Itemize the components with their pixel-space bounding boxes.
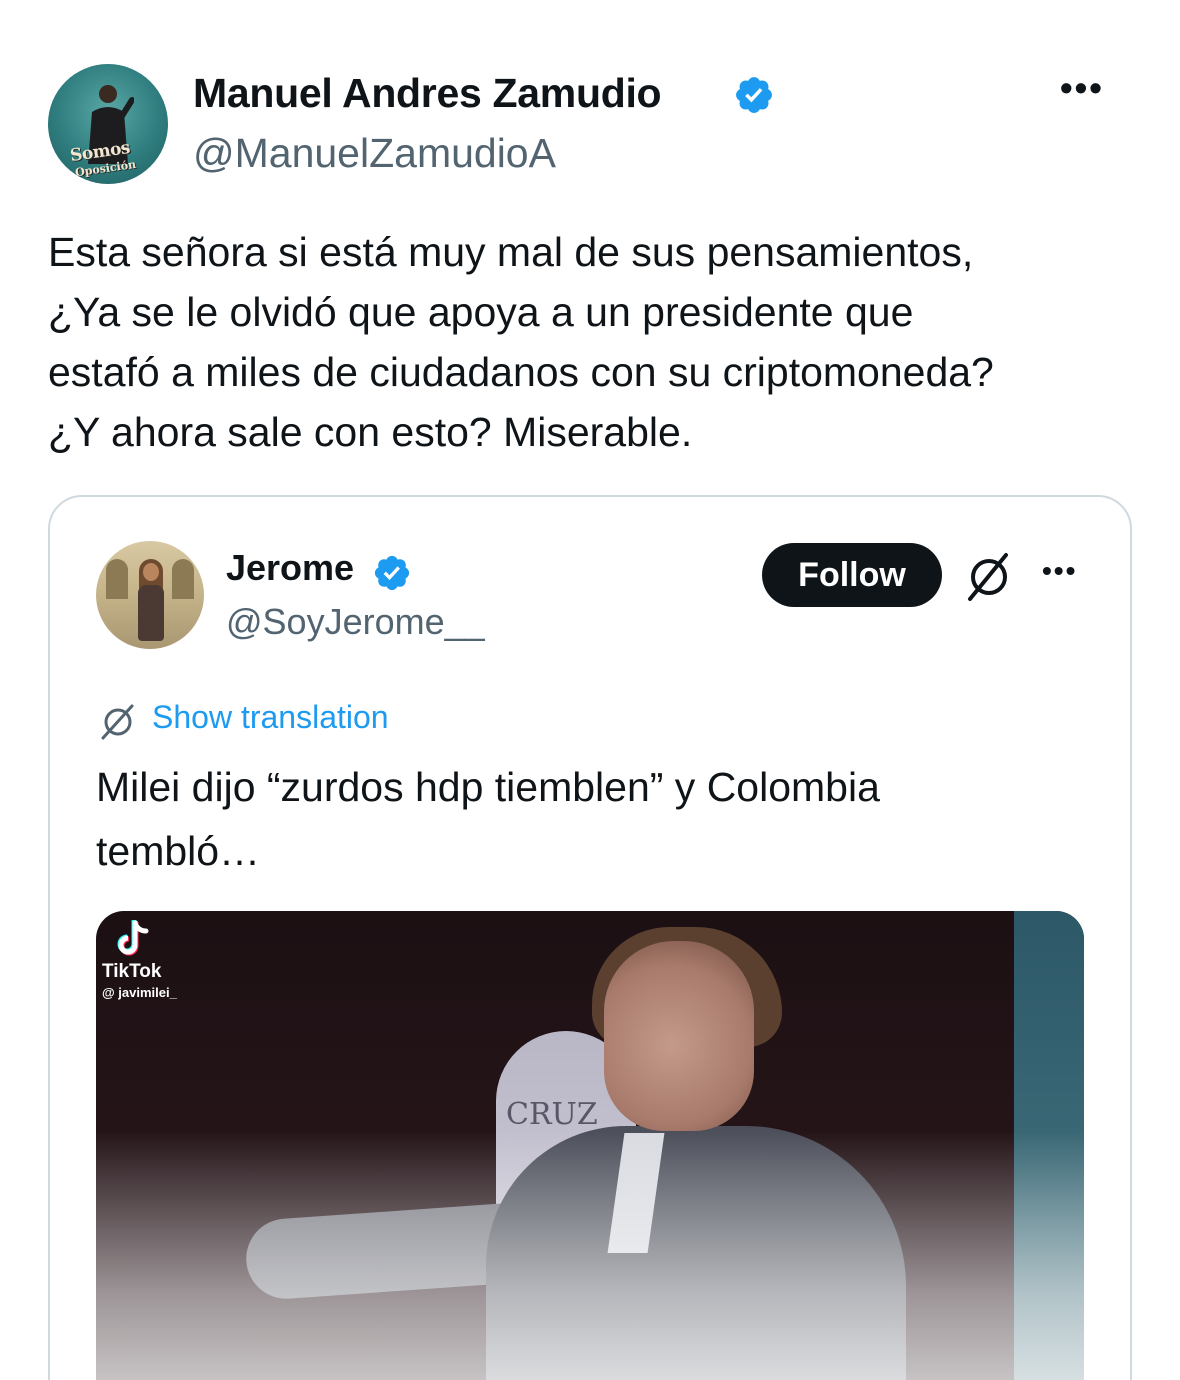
verified-badge-icon <box>736 77 772 113</box>
tiktok-logo-icon <box>117 920 149 956</box>
more-options-icon[interactable]: ••• <box>1060 70 1104 106</box>
avatar-background-arch <box>106 559 128 599</box>
speaker-face <box>604 941 754 1131</box>
translate-icon[interactable] <box>98 701 138 741</box>
quoted-tweet-card[interactable]: Jerome @SoyJerome__ Follow ••• Show tran… <box>48 495 1132 1380</box>
follow-button[interactable]: Follow <box>762 543 942 607</box>
quoted-author-name[interactable]: Jerome <box>226 547 354 589</box>
tiktok-username: @ javimilei_ <box>102 985 177 1000</box>
video-thumbnail[interactable]: CRUZ TikTok @ javimilei_ <box>96 911 1084 1380</box>
show-translation-link[interactable]: Show translation <box>152 699 389 736</box>
author-name[interactable]: Manuel Andres Zamudio <box>193 70 662 117</box>
translate-icon[interactable] <box>964 549 1014 603</box>
more-options-icon[interactable]: ••• <box>1042 557 1077 585</box>
author-avatar[interactable]: Somos Oposición <box>48 64 168 184</box>
tiktok-label: TikTok <box>102 961 162 982</box>
sign-text: CRUZ <box>506 1097 598 1132</box>
media-fade-overlay <box>96 1131 1084 1380</box>
tweet: Somos Oposición Manuel Andres Zamudio @M… <box>0 0 1180 1380</box>
author-handle[interactable]: @ManuelZamudioA <box>193 130 556 177</box>
avatar-body <box>138 585 164 641</box>
quoted-tweet-text: Milei dijo “zurdos hdp tiemblen” y Colom… <box>96 764 880 874</box>
quoted-author-handle[interactable]: @SoyJerome__ <box>226 601 485 643</box>
avatar-face <box>143 563 159 581</box>
quoted-author-avatar[interactable] <box>96 541 204 649</box>
tweet-text: Esta señora si está muy mal de sus pensa… <box>48 229 994 455</box>
verified-badge-icon <box>374 555 410 591</box>
avatar-background-arch <box>172 559 194 599</box>
